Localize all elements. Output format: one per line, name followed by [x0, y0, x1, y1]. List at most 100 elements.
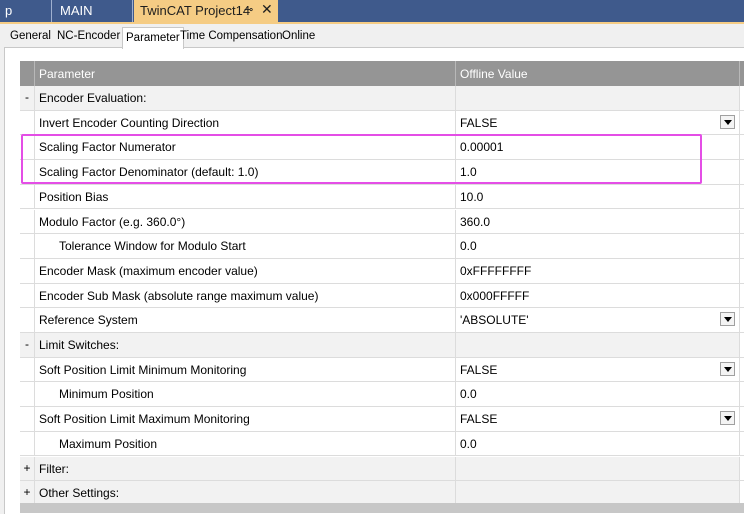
value-text: 0.00001 [460, 140, 504, 155]
value-text: 0xFFFFFFFF [460, 263, 532, 278]
parameter-name: Encoder Sub Mask (absolute range maximum… [35, 283, 456, 308]
value-select[interactable]: 'ABSOLUTE' [456, 308, 740, 332]
value-select[interactable]: FALSE [456, 110, 740, 135]
pin-icon[interactable]: ⊸ [244, 0, 253, 21]
close-icon[interactable]: ✕ [261, 0, 273, 20]
table-row[interactable]: Maximum Position 0.0 [20, 431, 744, 457]
value-cell[interactable]: 0.0 [456, 234, 740, 258]
table-row[interactable]: Soft Position Limit Maximum Monitoring FA… [20, 407, 744, 432]
row-gutter [20, 160, 35, 184]
expand-icon[interactable]: + [20, 481, 35, 505]
header-gutter [20, 61, 35, 86]
group-row[interactable]: - Limit Switches: [20, 333, 744, 358]
group-row[interactable]: - Encoder Evaluation: [20, 86, 744, 111]
table-row[interactable]: Modulo Factor (e.g. 360.0°) 360.0 [20, 209, 744, 235]
value-cell[interactable]: 10.0 [456, 184, 740, 209]
column-header-parameter[interactable]: Parameter [35, 61, 456, 86]
value-select[interactable]: FALSE [456, 407, 740, 431]
dropdown-arrow-icon[interactable] [720, 411, 735, 426]
value-cell[interactable]: 0xFFFFFFFF [456, 258, 740, 283]
value-text: 0.0 [460, 436, 477, 451]
dropdown-arrow-icon[interactable] [720, 312, 735, 327]
value-cell[interactable]: 1.0 [456, 160, 740, 184]
parameter-name: Tolerance Window for Modulo Start [35, 234, 456, 258]
table-row[interactable]: Position Bias 10.0 [20, 184, 744, 210]
document-tab-strip: p MAIN TwinCAT Project14 ⊸ ✕ [0, 0, 744, 22]
column-header-offline-value[interactable]: Offline Value [456, 61, 740, 86]
tab-parameter[interactable]: Parameter [122, 27, 184, 49]
collapse-icon[interactable]: - [20, 86, 35, 110]
grid-bottom-bar [20, 503, 744, 513]
row-gutter [20, 431, 35, 456]
value-cell [456, 481, 740, 505]
value-text: FALSE [460, 412, 498, 427]
doc-tab-p[interactable]: p [0, 0, 52, 22]
parameter-name: Scaling Factor Numerator [35, 135, 456, 160]
expand-icon[interactable]: + [20, 456, 35, 481]
tab-nc-encoder[interactable]: NC-Encoder [57, 30, 120, 42]
row-gutter [20, 234, 35, 258]
row-gutter [20, 258, 35, 283]
table-row[interactable]: Encoder Sub Mask (absolute range maximum… [20, 283, 744, 309]
grid-header: Parameter Offline Value [20, 61, 744, 86]
value-text: FALSE [460, 362, 498, 377]
value-text: 10.0 [460, 189, 484, 204]
value-text: 360.0 [460, 214, 491, 229]
table-row[interactable]: Minimum Position 0.0 [20, 382, 744, 408]
property-tab-bar: General NC-Encoder Parameter Time Compen… [0, 24, 744, 49]
table-row[interactable]: Reference System 'ABSOLUTE' [20, 308, 744, 333]
table-row[interactable]: Scaling Factor Denominator (default: 1.0… [20, 160, 744, 185]
doc-tab-title: TwinCAT Project14 [140, 3, 251, 18]
table-row[interactable]: Scaling Factor Numerator 0.00001 [20, 135, 744, 161]
tab-online[interactable]: Online [282, 30, 315, 42]
parameter-name: Modulo Factor (e.g. 360.0°) [35, 209, 456, 234]
collapse-icon[interactable]: - [20, 333, 35, 357]
parameter-name: Soft Position Limit Maximum Monitoring [35, 407, 456, 431]
tab-general[interactable]: General [10, 30, 51, 42]
parameter-name: Scaling Factor Denominator (default: 1.0… [35, 160, 456, 184]
parameter-name: Position Bias [35, 184, 456, 209]
row-gutter [20, 110, 35, 135]
tab-time-compensation[interactable]: Time Compensation [180, 30, 282, 42]
table-row[interactable]: Invert Encoder Counting Direction FALSE [20, 110, 744, 136]
value-cell [456, 86, 740, 110]
doc-tab-main[interactable]: MAIN [53, 0, 133, 22]
row-gutter [20, 283, 35, 308]
value-cell[interactable]: 0.0 [456, 382, 740, 407]
dropdown-arrow-icon[interactable] [720, 361, 735, 376]
parameter-name: Reference System [35, 308, 456, 332]
value-text: 0x000FFFFF [460, 288, 530, 303]
doc-tab-twincat-project[interactable]: TwinCAT Project14 ⊸ ✕ [134, 0, 278, 22]
parameter-name: Invert Encoder Counting Direction [35, 110, 456, 135]
parameter-name: Limit Switches: [35, 333, 456, 357]
value-cell [456, 456, 740, 481]
value-text: 0.0 [460, 387, 477, 402]
parameter-name: Filter: [35, 456, 456, 481]
dropdown-arrow-icon[interactable] [720, 114, 735, 129]
row-gutter [20, 407, 35, 431]
parameter-name: Other Settings: [35, 481, 456, 505]
table-row[interactable]: Encoder Mask (maximum encoder value) 0xFF… [20, 258, 744, 284]
value-cell[interactable]: 360.0 [456, 209, 740, 234]
value-text: 'ABSOLUTE' [460, 313, 529, 328]
value-text: 1.0 [460, 165, 477, 180]
parameter-grid: Parameter Offline Value - Encoder Evaluat… [20, 61, 744, 513]
parameter-name: Encoder Evaluation: [35, 86, 456, 110]
row-gutter [20, 382, 35, 407]
value-cell [456, 333, 740, 357]
group-row[interactable]: + Filter: [20, 456, 744, 482]
value-cell[interactable]: 0.00001 [456, 135, 740, 160]
row-gutter [20, 184, 35, 209]
row-gutter [20, 209, 35, 234]
parameter-name: Soft Position Limit Minimum Monitoring [35, 357, 456, 382]
parameter-name: Minimum Position [35, 382, 456, 407]
value-text: FALSE [460, 115, 498, 130]
parameter-name: Encoder Mask (maximum encoder value) [35, 258, 456, 283]
row-gutter [20, 135, 35, 160]
column-header-extra [740, 61, 744, 86]
table-row[interactable]: Soft Position Limit Minimum Monitoring FA… [20, 357, 744, 383]
value-select[interactable]: FALSE [456, 357, 740, 382]
table-row[interactable]: Tolerance Window for Modulo Start 0.0 [20, 234, 744, 259]
value-cell[interactable]: 0x000FFFFF [456, 283, 740, 308]
value-cell[interactable]: 0.0 [456, 431, 740, 456]
